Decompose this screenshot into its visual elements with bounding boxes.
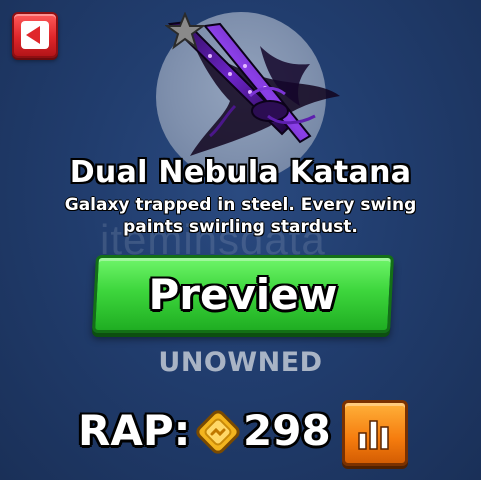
preview-button-label: Preview — [148, 270, 338, 319]
price-history-button[interactable] — [342, 400, 408, 466]
preview-button[interactable]: Preview — [91, 255, 395, 333]
rap-label: RAP: — [78, 406, 191, 455]
rap-row: RAP: 298 — [0, 400, 481, 466]
back-button[interactable] — [12, 12, 58, 58]
item-detail-panel: Dual Nebula Katana iteminsdata Galaxy tr… — [0, 0, 481, 480]
item-name: Dual Nebula Katana — [69, 155, 412, 190]
star-icon — [165, 12, 205, 50]
ownership-status: UNOWNED — [158, 347, 323, 378]
bar-chart-icon — [358, 420, 389, 450]
rap-value: 298 — [243, 406, 331, 455]
back-arrow-icon — [26, 26, 40, 44]
coin-icon — [196, 410, 240, 454]
item-description: Galaxy trapped in steel. Every swing pai… — [64, 195, 417, 237]
